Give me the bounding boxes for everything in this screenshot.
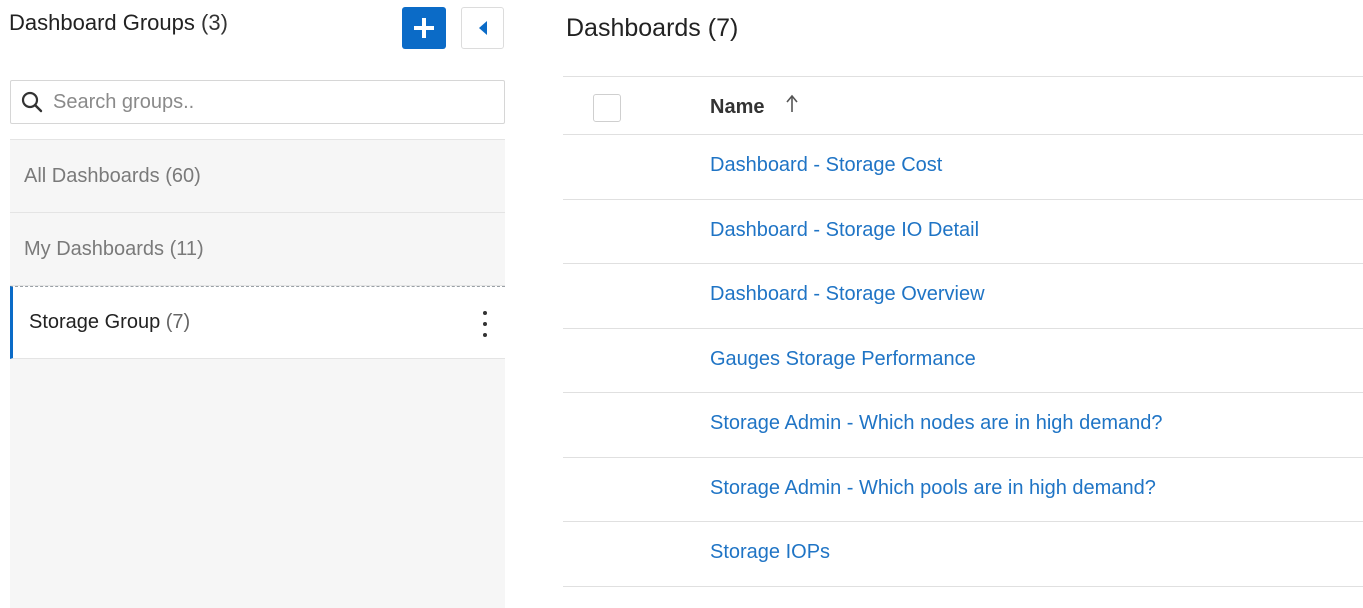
group-item-label: Storage Group [29,311,161,333]
plus-icon [414,18,434,38]
kebab-menu-icon[interactable] [481,311,489,337]
group-item-count: (60) [165,164,201,187]
dashboards-panel: Dashboards (7) Name Dashboard - Storage … [563,0,1363,608]
table-row: Dashboard - Storage Cost [563,135,1363,200]
dashboard-link[interactable]: Dashboard - Storage Overview [710,283,985,306]
table-row: Storage IOPs [563,522,1363,587]
dashboard-link[interactable]: Gauges Storage Performance [710,348,976,371]
group-item-label: All Dashboards [24,164,160,187]
dashboard-link[interactable]: Storage Admin - Which pools are in high … [710,477,1156,500]
add-group-button[interactable] [402,7,446,49]
collapse-panel-button[interactable] [461,7,504,49]
group-item-my-dashboards[interactable]: My Dashboards (11) [10,213,505,286]
search-groups-input[interactable] [53,90,493,114]
dashboard-link[interactable]: Dashboard - Storage IO Detail [710,219,979,242]
table-row: Storage Admin - Which pools are in high … [563,458,1363,522]
table-row: Storage Admin - Which nodes are in high … [563,393,1363,458]
group-item-all-dashboards[interactable]: All Dashboards (60) [10,140,505,213]
sort-up-arrow-icon[interactable] [785,94,799,114]
dashboard-groups-panel: Dashboard Groups (3) All Dashboards (60)… [0,0,516,608]
table-row: Dashboard - Storage IO Detail [563,200,1363,264]
dashboard-link[interactable]: Storage Admin - Which nodes are in high … [710,412,1163,435]
group-item-label: My Dashboards [24,237,165,260]
group-item-storage-group[interactable]: Storage Group (7) [10,286,505,359]
search-groups-field[interactable] [10,80,505,124]
groups-title-label: Dashboard Groups [9,10,195,35]
group-list: All Dashboards (60) My Dashboards (11) S… [10,139,505,608]
table-row: Dashboard - Storage Overview [563,264,1363,329]
dashboard-link[interactable]: Storage IOPs [710,541,830,564]
dashboards-table: Name Dashboard - Storage Cost Dashboard … [563,76,1363,587]
search-icon [21,91,43,113]
dashboards-count: (7) [707,14,739,42]
column-header-name[interactable]: Name [710,96,764,119]
group-item-count: (11) [169,237,204,260]
table-header-row: Name [563,77,1363,135]
caret-left-icon [478,21,487,35]
select-all-checkbox[interactable] [593,94,621,122]
groups-title: Dashboard Groups (3) [9,10,228,36]
groups-count: (3) [201,10,228,35]
group-item-count: (7) [165,311,191,333]
dashboards-title-label: Dashboards [566,14,701,42]
dashboards-title: Dashboards (7) [566,14,738,43]
dashboard-link[interactable]: Dashboard - Storage Cost [710,154,942,177]
table-row: Gauges Storage Performance [563,329,1363,393]
